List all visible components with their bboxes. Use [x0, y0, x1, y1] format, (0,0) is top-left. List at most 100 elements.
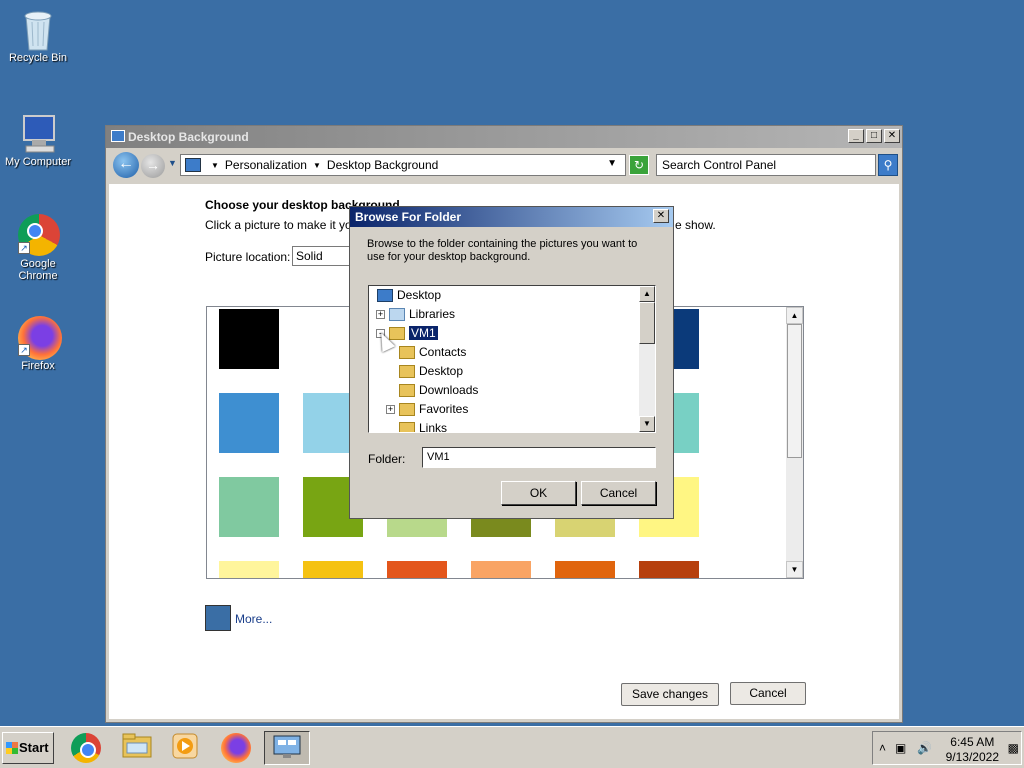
address-dropdown-icon[interactable]: ▼: [607, 158, 617, 169]
network-icon[interactable]: ▣: [895, 741, 906, 755]
expand-icon[interactable]: +: [386, 405, 395, 414]
breadcrumb-separator-icon[interactable]: ▼: [211, 161, 219, 170]
tree-scrollbar[interactable]: ▲ ▼: [639, 286, 655, 432]
taskbar-firefox[interactable]: [218, 731, 254, 765]
scroll-down-icon[interactable]: ▼: [639, 416, 655, 432]
firefox-icon: ↗: [18, 316, 62, 360]
dialog-message: Browse to the folder containing the pict…: [367, 238, 638, 263]
color-swatch[interactable]: [471, 561, 531, 578]
desktop-folder-icon: [399, 365, 415, 379]
desktop-icon-my-computer[interactable]: My Computer: [0, 112, 76, 168]
control-panel-icon: [111, 130, 125, 142]
picture-location-label: Picture location:: [205, 250, 291, 264]
taskbar-media-player[interactable]: [167, 731, 203, 765]
color-swatch[interactable]: [303, 561, 363, 578]
dialog-titlebar[interactable]: Browse For Folder ✕: [350, 207, 673, 227]
action-center-icon[interactable]: ▩: [1008, 741, 1019, 755]
tree-item-label: Contacts: [419, 345, 467, 359]
links-folder-icon: [399, 422, 415, 432]
tree-item-desktop[interactable]: Desktop: [377, 286, 441, 305]
tree-item-libraries[interactable]: Libraries: [389, 305, 455, 324]
show-hidden-icons-icon[interactable]: ˄: [879, 741, 886, 755]
desktop-icon-label: My Computer: [4, 156, 72, 168]
color-swatch[interactable]: [639, 561, 699, 578]
cancel-button[interactable]: Cancel: [730, 682, 806, 705]
tree-item-links[interactable]: Links: [399, 419, 447, 432]
tree-item-contacts[interactable]: Contacts: [399, 343, 466, 362]
breadcrumb-desktop-background[interactable]: Desktop Background: [327, 158, 438, 172]
back-button[interactable]: ←: [113, 152, 139, 178]
tree-item-label: Libraries: [409, 307, 456, 321]
file-explorer-icon: [122, 733, 152, 758]
dialog-cancel-button[interactable]: Cancel: [581, 481, 656, 505]
shortcut-arrow-icon: ↗: [18, 242, 30, 254]
forward-button[interactable]: →: [141, 154, 165, 178]
start-label: Start: [19, 740, 49, 755]
expand-icon[interactable]: +: [376, 310, 385, 319]
tree-item-label: Downloads: [419, 383, 479, 397]
taskbar-control-panel[interactable]: [264, 731, 310, 765]
color-swatch[interactable]: [219, 393, 279, 453]
color-swatch[interactable]: [387, 561, 447, 578]
minimize-button[interactable]: _: [848, 129, 864, 143]
favorites-folder-icon: [399, 403, 415, 417]
refresh-button[interactable]: ↻: [629, 155, 649, 175]
scroll-up-icon[interactable]: ▲: [786, 307, 803, 324]
shortcut-arrow-icon: ↗: [18, 344, 30, 356]
start-button[interactable]: Start: [2, 732, 54, 764]
tree-item-label: VM1: [409, 326, 438, 340]
color-swatch[interactable]: [219, 477, 279, 537]
dialog-close-button[interactable]: ✕: [653, 209, 669, 223]
tree-item-vm1[interactable]: VM1: [389, 324, 438, 343]
windows-logo-icon: [6, 742, 18, 754]
more-colors-swatch[interactable]: [205, 605, 231, 631]
desktop-icon-firefox[interactable]: ↗ Firefox: [0, 316, 76, 372]
clock[interactable]: 6:45 AM 9/13/2022: [946, 735, 999, 765]
libraries-icon: [389, 308, 405, 322]
tree-item-label: Favorites: [419, 402, 469, 416]
desktop-icon-label: Google Chrome: [18, 258, 58, 282]
clock-time: 6:45 AM: [950, 735, 995, 749]
breadcrumb-personalization[interactable]: Personalization: [225, 158, 307, 172]
recent-pages-dropdown-icon[interactable]: ▼: [168, 158, 177, 168]
color-swatch[interactable]: [555, 561, 615, 578]
clock-date: 9/13/2022: [945, 750, 999, 764]
color-swatch[interactable]: [219, 309, 279, 369]
tree-item-favorites[interactable]: Favorites: [399, 400, 468, 419]
taskbar-file-explorer[interactable]: [119, 731, 155, 765]
taskbar-chrome[interactable]: [68, 731, 104, 765]
breadcrumb-separator-icon[interactable]: ▼: [313, 161, 321, 170]
scroll-up-icon[interactable]: ▲: [639, 286, 655, 302]
taskbar: Start ˄ ▣ 🔊 6:45 AM 9/13/2022 ▩: [0, 726, 1024, 768]
folder-label: Folder:: [368, 452, 406, 466]
picture-location-select[interactable]: Solid Colors: [292, 246, 352, 266]
desktop-icon-google-chrome[interactable]: ↗ Google Chrome: [0, 214, 76, 282]
firefox-icon: [221, 733, 251, 763]
control-panel-icon: [273, 735, 301, 758]
volume-icon[interactable]: 🔊: [917, 741, 932, 755]
scroll-thumb[interactable]: [639, 302, 655, 344]
close-button[interactable]: ✕: [884, 129, 900, 143]
color-swatch[interactable]: [219, 561, 279, 578]
desktop-icon-recycle-bin[interactable]: Recycle Bin: [0, 8, 76, 64]
folder-input[interactable]: VM1: [422, 447, 656, 468]
tree-item-desktop-folder[interactable]: Desktop: [399, 362, 463, 381]
navigation-bar: ← → ▼ ▼ Personalization ▼ Desktop Backgr…: [106, 148, 902, 182]
tree-item-downloads[interactable]: Downloads: [399, 381, 478, 400]
search-icon[interactable]: ⚲: [878, 154, 898, 176]
ok-button[interactable]: OK: [501, 481, 576, 505]
scroll-down-icon[interactable]: ▼: [786, 561, 803, 578]
desktop-icon: [377, 289, 393, 303]
media-player-icon: [172, 733, 198, 759]
scroll-thumb[interactable]: [787, 324, 802, 458]
search-input[interactable]: Search Control Panel: [656, 154, 876, 176]
address-bar[interactable]: ▼ Personalization ▼ Desktop Background ▼: [180, 154, 626, 176]
folder-tree[interactable]: Desktop + Libraries - VM1 Contacts Deskt…: [368, 285, 656, 433]
save-changes-button[interactable]: Save changes: [621, 683, 719, 706]
window-titlebar[interactable]: Desktop Background _ □ ✕: [106, 126, 902, 148]
window-title: Desktop Background: [128, 130, 249, 144]
more-colors-link[interactable]: More...: [235, 612, 272, 626]
maximize-button[interactable]: □: [866, 129, 882, 143]
swatch-scrollbar[interactable]: ▲ ▼: [786, 307, 803, 578]
desktop-icon-label: Firefox: [21, 360, 55, 372]
